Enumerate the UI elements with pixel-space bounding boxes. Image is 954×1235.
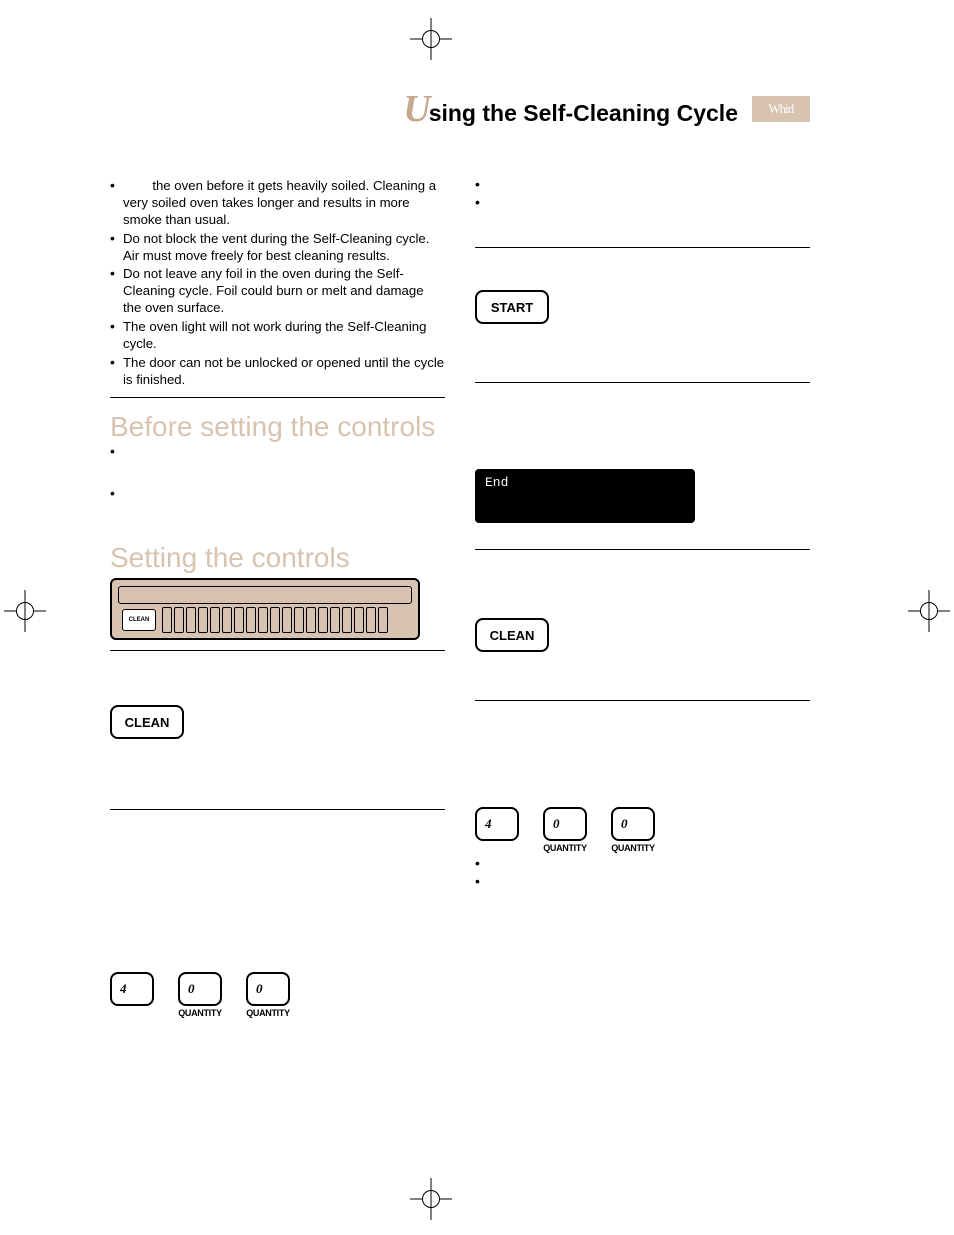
number-button-0: 0 <box>178 972 222 1006</box>
tip-item: The door can not be unlocked or opened u… <box>110 355 445 389</box>
num-0-stack: 0 QUANTITY <box>178 972 222 1018</box>
clean-button-row: CLEAN <box>110 705 445 739</box>
num-4-stack: 4 <box>110 972 154 1006</box>
crop-mark-bottom <box>410 1178 452 1220</box>
num-0-stack: 0 QUANTITY <box>543 807 587 853</box>
title-rest: sing the Self-Cleaning Cycle <box>429 100 738 127</box>
crop-mark-left <box>4 590 46 632</box>
step-block-display: End <box>475 401 810 550</box>
sub-item <box>475 875 810 893</box>
crop-mark-right <box>908 590 950 632</box>
display-text: End <box>485 475 508 490</box>
tip-item: the oven before it gets heavily soiled. … <box>110 178 445 229</box>
number-button-0: 0 <box>246 972 290 1006</box>
step1-list <box>475 178 810 214</box>
section-before-heading: Before setting the controls <box>110 412 445 441</box>
sub-item <box>475 857 810 875</box>
quantity-label: QUANTITY <box>246 1008 290 1018</box>
right-column: START End CLEAN 4 <box>475 178 810 1022</box>
page-title-row: U sing the Self-Cleaning Cycle Whirl <box>110 90 810 128</box>
before-item <box>110 445 445 487</box>
number-button-0: 0 <box>543 807 587 841</box>
quantity-label: QUANTITY <box>178 1008 222 1018</box>
step-block-1 <box>475 178 810 248</box>
step-block-numbers: 4 0 QUANTITY 0 QUANTITY <box>475 719 810 911</box>
tips-list: the oven before it gets heavily soiled. … <box>110 178 445 398</box>
section-setting-heading: Setting the controls <box>110 543 445 572</box>
number-button-0: 0 <box>611 807 655 841</box>
panel-clean-button: CLEAN <box>122 609 156 631</box>
title-dropcap: U <box>403 90 430 128</box>
quantity-label: QUANTITY <box>611 843 655 853</box>
clean-button-graphic: CLEAN <box>475 618 549 652</box>
panel-segments <box>162 607 408 633</box>
clean-button-graphic: CLEAN <box>110 705 184 739</box>
tip-item: Do not leave any foil in the oven during… <box>110 266 445 317</box>
left-column: the oven before it gets heavily soiled. … <box>110 178 445 1022</box>
num-0-stack-2: 0 QUANTITY <box>611 807 655 853</box>
step1-item <box>475 196 810 214</box>
quantity-label: QUANTITY <box>543 843 587 853</box>
brand-flag: Whirl <box>752 96 810 122</box>
page-content: U sing the Self-Cleaning Cycle Whirl the… <box>110 90 810 1022</box>
num-4-stack: 4 <box>475 807 519 841</box>
brand-script: Whirl <box>768 101 793 117</box>
number-button-4: 4 <box>475 807 519 841</box>
number-pad-row: 4 0 QUANTITY 0 QUANTITY <box>475 807 810 853</box>
num-0-stack-2: 0 QUANTITY <box>246 972 290 1018</box>
divider <box>110 809 445 810</box>
step-block-clean: CLEAN <box>475 568 810 701</box>
number-pad-row: 4 0 QUANTITY 0 QUANTITY <box>110 972 445 1018</box>
before-list <box>110 445 445 529</box>
start-button-graphic: START <box>475 290 549 324</box>
tip-item: The oven light will not work during the … <box>110 319 445 353</box>
crop-mark-top <box>410 18 452 60</box>
page-title: U sing the Self-Cleaning Cycle <box>403 90 738 128</box>
number-button-4: 4 <box>110 972 154 1006</box>
step-block-start: START <box>475 266 810 383</box>
numbers-sublist <box>475 857 810 893</box>
control-panel-illustration: CLEAN <box>110 578 420 640</box>
step1-item <box>475 178 810 196</box>
tip-item: Do not block the vent during the Self-Cl… <box>110 231 445 265</box>
before-item <box>110 487 445 529</box>
lcd-display: End <box>475 469 695 523</box>
divider <box>110 650 445 651</box>
